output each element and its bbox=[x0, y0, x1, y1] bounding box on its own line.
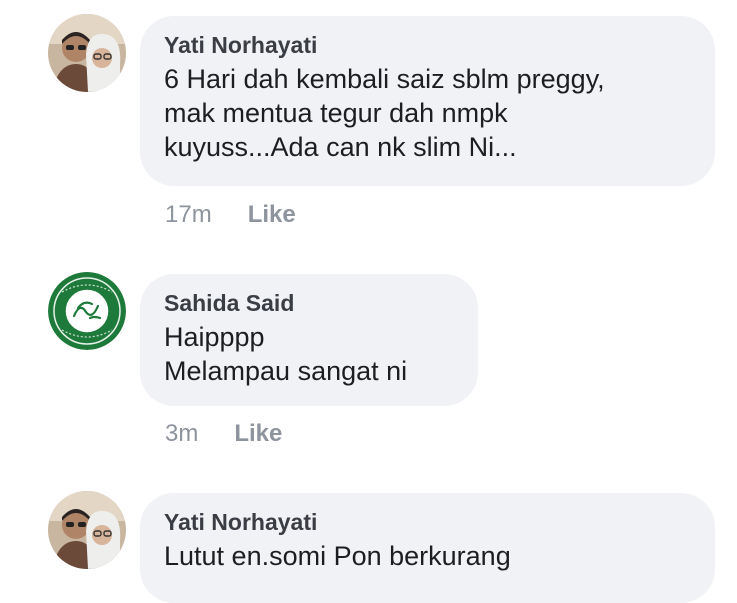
comment-author[interactable]: Yati Norhayati bbox=[164, 507, 691, 537]
comment-author[interactable]: Yati Norhayati bbox=[164, 30, 691, 60]
comment-text: Lutut en.somi Pon berkurang bbox=[164, 541, 511, 571]
calligraphy-emblem-icon bbox=[48, 272, 126, 350]
avatar[interactable] bbox=[48, 491, 126, 569]
comment-text: 6 Hari dah kembali saiz sblm preggy, mak… bbox=[164, 64, 605, 162]
comment-timestamp[interactable]: 17m bbox=[165, 201, 212, 229]
comment-bubble: Yati Norhayati Lutut en.somi Pon berkura… bbox=[140, 493, 715, 603]
comment-meta: 3m Like bbox=[165, 420, 282, 448]
avatar[interactable] bbox=[48, 272, 126, 350]
comment-bubble: Sahida Said Haipppp Melampau sangat ni bbox=[140, 274, 478, 406]
avatar[interactable] bbox=[48, 14, 126, 92]
comment-timestamp[interactable]: 3m bbox=[165, 420, 198, 448]
comment-text: Haipppp Melampau sangat ni bbox=[164, 322, 408, 386]
like-button[interactable]: Like bbox=[248, 201, 296, 229]
comment-bubble: Yati Norhayati 6 Hari dah kembali saiz s… bbox=[140, 16, 715, 186]
couple-photo-avatar-icon bbox=[48, 14, 126, 92]
like-button[interactable]: Like bbox=[234, 420, 282, 448]
comment-meta: 17m Like bbox=[165, 201, 296, 229]
comment-author[interactable]: Sahida Said bbox=[164, 288, 454, 318]
couple-photo-avatar-icon bbox=[48, 491, 126, 569]
